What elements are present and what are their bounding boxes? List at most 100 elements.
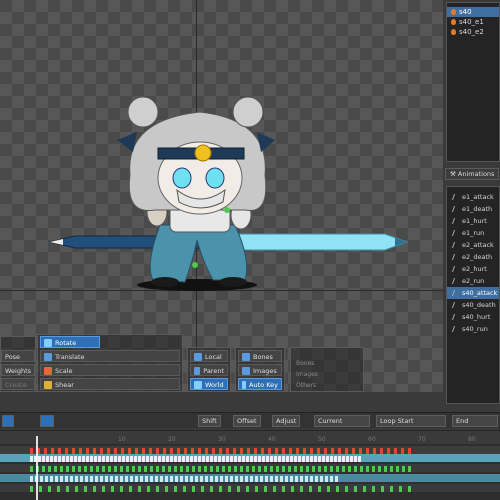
keyframe[interactable] — [198, 456, 201, 462]
keyframe[interactable] — [342, 466, 345, 472]
keyframe[interactable] — [180, 476, 183, 482]
keyframe[interactable] — [102, 466, 105, 472]
keyframe[interactable] — [384, 466, 387, 472]
keyframe[interactable] — [215, 476, 218, 482]
keyframe[interactable] — [318, 486, 321, 492]
keyframe[interactable] — [350, 456, 353, 462]
keyframe[interactable] — [66, 456, 69, 462]
keyframe[interactable] — [390, 486, 393, 492]
keyframe[interactable] — [206, 456, 209, 462]
keyframe[interactable] — [149, 448, 152, 454]
keyframe[interactable] — [246, 456, 249, 462]
keyframe[interactable] — [90, 476, 93, 482]
keyframe[interactable] — [186, 456, 189, 462]
keyframe[interactable] — [306, 466, 309, 472]
keyframe[interactable] — [225, 476, 228, 482]
keyframe[interactable] — [280, 476, 283, 482]
keyframe[interactable] — [295, 476, 298, 482]
bones-button[interactable]: Bones — [238, 350, 282, 362]
keyframe[interactable] — [126, 456, 129, 462]
keyframe[interactable] — [366, 448, 369, 454]
keyframe[interactable] — [132, 466, 135, 472]
keyframe[interactable] — [165, 476, 168, 482]
keyframe[interactable] — [255, 486, 258, 492]
keyframe[interactable] — [106, 456, 109, 462]
keyframe[interactable] — [102, 486, 105, 492]
keyframe[interactable] — [58, 456, 61, 462]
loop-button[interactable] — [40, 415, 54, 427]
track-row[interactable] — [0, 464, 500, 472]
keyframe[interactable] — [342, 456, 345, 462]
keyframe[interactable] — [48, 466, 51, 472]
keyframe[interactable] — [274, 456, 277, 462]
keyframe[interactable] — [228, 486, 231, 492]
keyframe[interactable] — [286, 456, 289, 462]
keyframe[interactable] — [142, 448, 145, 454]
animation-item[interactable]: e2_run — [447, 275, 499, 287]
keyframe[interactable] — [50, 476, 53, 482]
keyframe[interactable] — [42, 466, 45, 472]
keyframe[interactable] — [30, 456, 33, 462]
keyframe[interactable] — [93, 448, 96, 454]
keyframe[interactable] — [247, 448, 250, 454]
keyframe[interactable] — [325, 476, 328, 482]
keyframe[interactable] — [318, 456, 321, 462]
keyframe[interactable] — [140, 476, 143, 482]
keyframe[interactable] — [330, 476, 333, 482]
keyframe[interactable] — [258, 456, 261, 462]
keyframe[interactable] — [183, 486, 186, 492]
keyframe[interactable] — [334, 456, 337, 462]
keyframe[interactable] — [240, 466, 243, 472]
keyframe[interactable] — [305, 476, 308, 482]
keyframe[interactable] — [186, 466, 189, 472]
keyframe[interactable] — [50, 456, 53, 462]
keyframe[interactable] — [219, 448, 222, 454]
keyframe[interactable] — [30, 448, 33, 454]
skin-item[interactable]: s40 — [447, 7, 499, 17]
keyframe[interactable] — [318, 466, 321, 472]
keyframe[interactable] — [255, 476, 258, 482]
keyframe[interactable] — [170, 476, 173, 482]
animation-item[interactable]: s40_hurt — [447, 311, 499, 323]
keyframe[interactable] — [170, 448, 173, 454]
keyframe[interactable] — [246, 486, 249, 492]
keyframe[interactable] — [144, 466, 147, 472]
keyframe[interactable] — [135, 476, 138, 482]
keyframe[interactable] — [174, 456, 177, 462]
keyframe[interactable] — [219, 486, 222, 492]
animation-item[interactable]: e1_hurt — [447, 215, 499, 227]
keyframe[interactable] — [302, 456, 305, 462]
shift-button[interactable]: Shift — [198, 415, 221, 427]
keyframe[interactable] — [120, 486, 123, 492]
rotate-button[interactable]: Rotate — [40, 336, 100, 348]
keyframe[interactable] — [175, 476, 178, 482]
keyframe[interactable] — [95, 476, 98, 482]
keyframe[interactable] — [262, 456, 265, 462]
keyframe[interactable] — [345, 448, 348, 454]
keyframe[interactable] — [90, 456, 93, 462]
keyframe[interactable] — [158, 456, 161, 462]
keyframe[interactable] — [359, 448, 362, 454]
keyframe[interactable] — [190, 476, 193, 482]
keyframe[interactable] — [65, 448, 68, 454]
keyframe[interactable] — [234, 466, 237, 472]
keyframe[interactable] — [78, 466, 81, 472]
keyframe[interactable] — [226, 456, 229, 462]
keyframe[interactable] — [174, 486, 177, 492]
keyframe[interactable] — [120, 476, 123, 482]
tab-animations[interactable]: ⚒ Animations — [445, 168, 500, 180]
track-row[interactable] — [0, 446, 500, 454]
keyframe[interactable] — [408, 486, 411, 492]
keyframe[interactable] — [142, 456, 145, 462]
keyframe[interactable] — [115, 476, 118, 482]
keyframe[interactable] — [399, 486, 402, 492]
keyframe[interactable] — [266, 456, 269, 462]
keyframe[interactable] — [185, 476, 188, 482]
keyframe[interactable] — [300, 486, 303, 492]
keyframe[interactable] — [110, 476, 113, 482]
keyframe[interactable] — [408, 466, 411, 472]
keyframe[interactable] — [358, 456, 361, 462]
keyframe[interactable] — [234, 456, 237, 462]
animation-item[interactable]: e1_run — [447, 227, 499, 239]
keyframe[interactable] — [265, 476, 268, 482]
